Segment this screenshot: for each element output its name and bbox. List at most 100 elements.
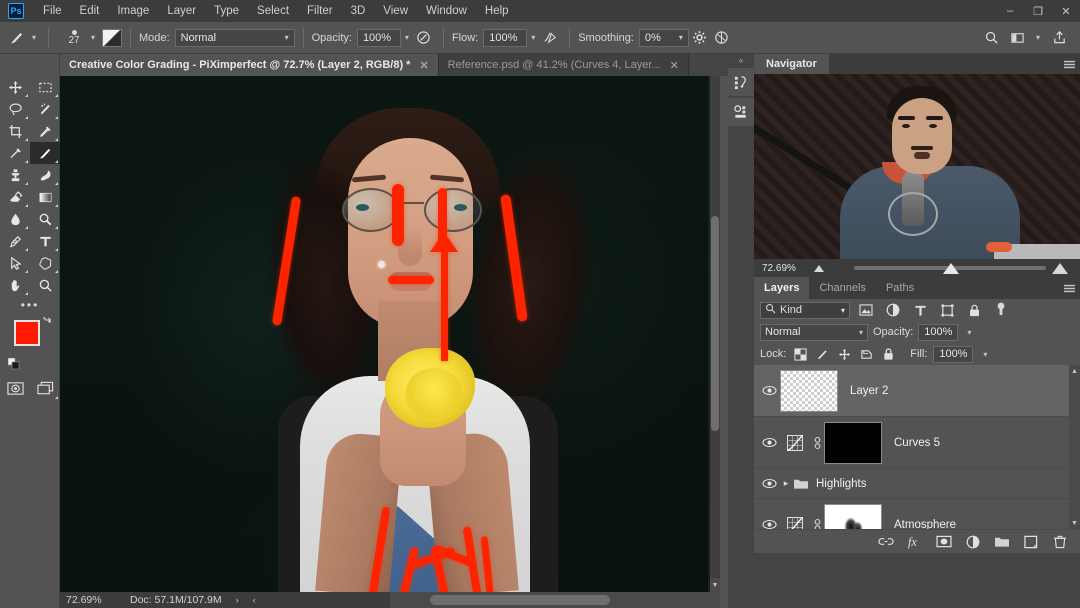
layer-mask-thumbnail[interactable] — [824, 421, 882, 464]
link-mask-icon[interactable] — [810, 436, 824, 450]
lasso-tool[interactable] — [0, 98, 30, 120]
crop-tool[interactable] — [0, 120, 30, 142]
layer-mask-thumbnail[interactable] — [824, 503, 882, 529]
flow-input[interactable]: 100% — [483, 28, 528, 47]
canvas-vertical-scrollbar[interactable] — [710, 76, 720, 592]
gradient-tool[interactable] — [30, 186, 60, 208]
table-row[interactable]: Curves 5 — [754, 417, 1080, 469]
quick-selection-tool[interactable] — [30, 98, 60, 120]
zoom-slider-handle[interactable] — [942, 262, 959, 274]
table-row[interactable]: ▸ Highlights — [754, 469, 1080, 499]
filter-smart-object-icon[interactable] — [963, 301, 985, 319]
close-button[interactable]: ✕ — [1052, 0, 1080, 22]
chevron-down-icon[interactable]: ▾ — [1032, 28, 1044, 48]
layer-visibility-toggle[interactable] — [758, 385, 780, 396]
marquee-tool[interactable] — [30, 76, 60, 98]
menu-help[interactable]: Help — [476, 2, 518, 20]
foreground-color-swatch[interactable] — [14, 320, 40, 346]
layer-name[interactable]: Atmosphere — [894, 519, 956, 530]
layer-visibility-toggle[interactable] — [758, 519, 780, 529]
curves-adjustment-icon[interactable] — [780, 510, 810, 529]
opacity-input[interactable]: 100% — [356, 28, 401, 47]
menu-file[interactable]: File — [34, 2, 71, 20]
menu-layer[interactable]: Layer — [158, 2, 205, 20]
shape-tool[interactable] — [30, 252, 60, 274]
lock-position-icon[interactable] — [836, 346, 852, 362]
search-icon[interactable] — [980, 27, 1002, 49]
opacity-dropdown[interactable]: ▾ — [401, 28, 413, 48]
path-selection-tool[interactable] — [0, 252, 30, 274]
eyedropper-tool[interactable] — [30, 120, 60, 142]
table-row[interactable]: Layer 2 — [754, 365, 1080, 417]
table-row[interactable]: Atmosphere — [754, 499, 1080, 529]
canvas-scroll-down[interactable]: ▼ — [710, 578, 720, 592]
tab-channels[interactable]: Channels — [809, 277, 875, 299]
filter-toggle-switch[interactable] — [990, 301, 1012, 319]
chevron-right-icon[interactable]: ▸ — [780, 478, 792, 489]
dock-collapse-button[interactable]: « — [728, 54, 754, 66]
eraser-tool[interactable] — [0, 186, 30, 208]
new-group-icon[interactable] — [994, 534, 1010, 550]
delete-layer-icon[interactable] — [1052, 534, 1068, 550]
swap-colors-icon[interactable] — [42, 316, 54, 328]
layer-fill-dropdown[interactable]: ▾ — [979, 344, 991, 364]
layer-visibility-toggle[interactable] — [758, 437, 780, 448]
brush-preset-picker-icon[interactable] — [102, 28, 122, 47]
filter-adjustment-icon[interactable] — [882, 301, 904, 319]
canvas-horizontal-scrollbar[interactable] — [390, 592, 720, 608]
layer-list[interactable]: Layer 2 Curves 5 ▸ Highlights Atmosphere… — [754, 365, 1080, 529]
airbrush-icon[interactable] — [413, 27, 435, 49]
workspace-icon[interactable] — [1006, 27, 1028, 49]
curves-adjustment-icon[interactable] — [780, 428, 810, 458]
zoom-tool[interactable] — [30, 274, 60, 296]
menu-select[interactable]: Select — [248, 2, 298, 20]
tab-navigator[interactable]: Navigator — [754, 54, 829, 74]
canvas-scroll-thumb[interactable] — [711, 216, 719, 431]
edit-toolbar-button[interactable]: ••• — [0, 296, 60, 314]
layer-opacity-input[interactable]: 100% — [918, 323, 959, 341]
navigator-zoom-value[interactable]: 72.69% — [758, 263, 814, 274]
document-tab-reference[interactable]: Reference.psd @ 41.2% (Curves 4, Layer..… — [438, 54, 689, 76]
tablet-pressure-icon[interactable] — [539, 27, 561, 49]
menu-filter[interactable]: Filter — [298, 2, 342, 20]
add-layer-style-icon[interactable]: fx — [907, 534, 923, 550]
gear-icon[interactable] — [689, 27, 711, 49]
menu-type[interactable]: Type — [205, 2, 248, 20]
layer-name[interactable]: Highlights — [816, 478, 867, 490]
history-brush-tool[interactable] — [30, 164, 60, 186]
status-zoom-level[interactable]: 72.69% — [60, 594, 118, 606]
lock-all-icon[interactable] — [880, 346, 896, 362]
navigator-zoom-slider[interactable] — [830, 259, 1070, 277]
type-tool[interactable] — [30, 230, 60, 252]
restore-button[interactable]: ❐ — [1024, 0, 1052, 22]
filter-kind-select[interactable]: Kind ▾ — [760, 301, 850, 319]
quick-mask-icon[interactable] — [0, 376, 30, 400]
filter-type-icon[interactable] — [909, 301, 931, 319]
menu-edit[interactable]: Edit — [71, 2, 109, 20]
blend-mode-select[interactable]: Normal ▾ — [174, 28, 295, 47]
dodge-tool[interactable] — [30, 208, 60, 230]
menu-3d[interactable]: 3D — [342, 2, 375, 20]
lock-artboard-nesting-icon[interactable] — [858, 346, 874, 362]
layer-opacity-dropdown[interactable]: ▾ — [963, 322, 975, 342]
add-layer-mask-icon[interactable] — [936, 534, 952, 550]
filter-shape-icon[interactable] — [936, 301, 958, 319]
canvas-area[interactable] — [60, 76, 720, 592]
panel-menu-icon[interactable] — [1058, 54, 1080, 74]
filter-pixel-icon[interactable] — [855, 301, 877, 319]
blur-tool[interactable] — [0, 208, 30, 230]
share-icon[interactable] — [1048, 27, 1070, 49]
document-tab-active[interactable]: Creative Color Grading - PiXimperfect @ … — [60, 54, 439, 76]
navigator-thumbnail[interactable] — [754, 74, 1080, 259]
layer-list-scrollbar[interactable] — [1069, 365, 1080, 529]
clone-stamp-tool[interactable] — [0, 164, 30, 186]
brush-tool-dropdown[interactable]: ▾ — [28, 28, 40, 48]
menu-image[interactable]: Image — [108, 2, 158, 20]
brush-preset-dropdown[interactable]: ▾ — [87, 28, 99, 48]
canvas-hscroll-thumb[interactable] — [430, 595, 610, 605]
default-colors-icon[interactable] — [7, 357, 20, 370]
brush-tool-icon[interactable] — [6, 27, 28, 49]
zoom-in-icon[interactable] — [1052, 262, 1068, 274]
new-adjustment-layer-icon[interactable] — [965, 534, 981, 550]
layer-thumbnail[interactable] — [780, 369, 838, 412]
